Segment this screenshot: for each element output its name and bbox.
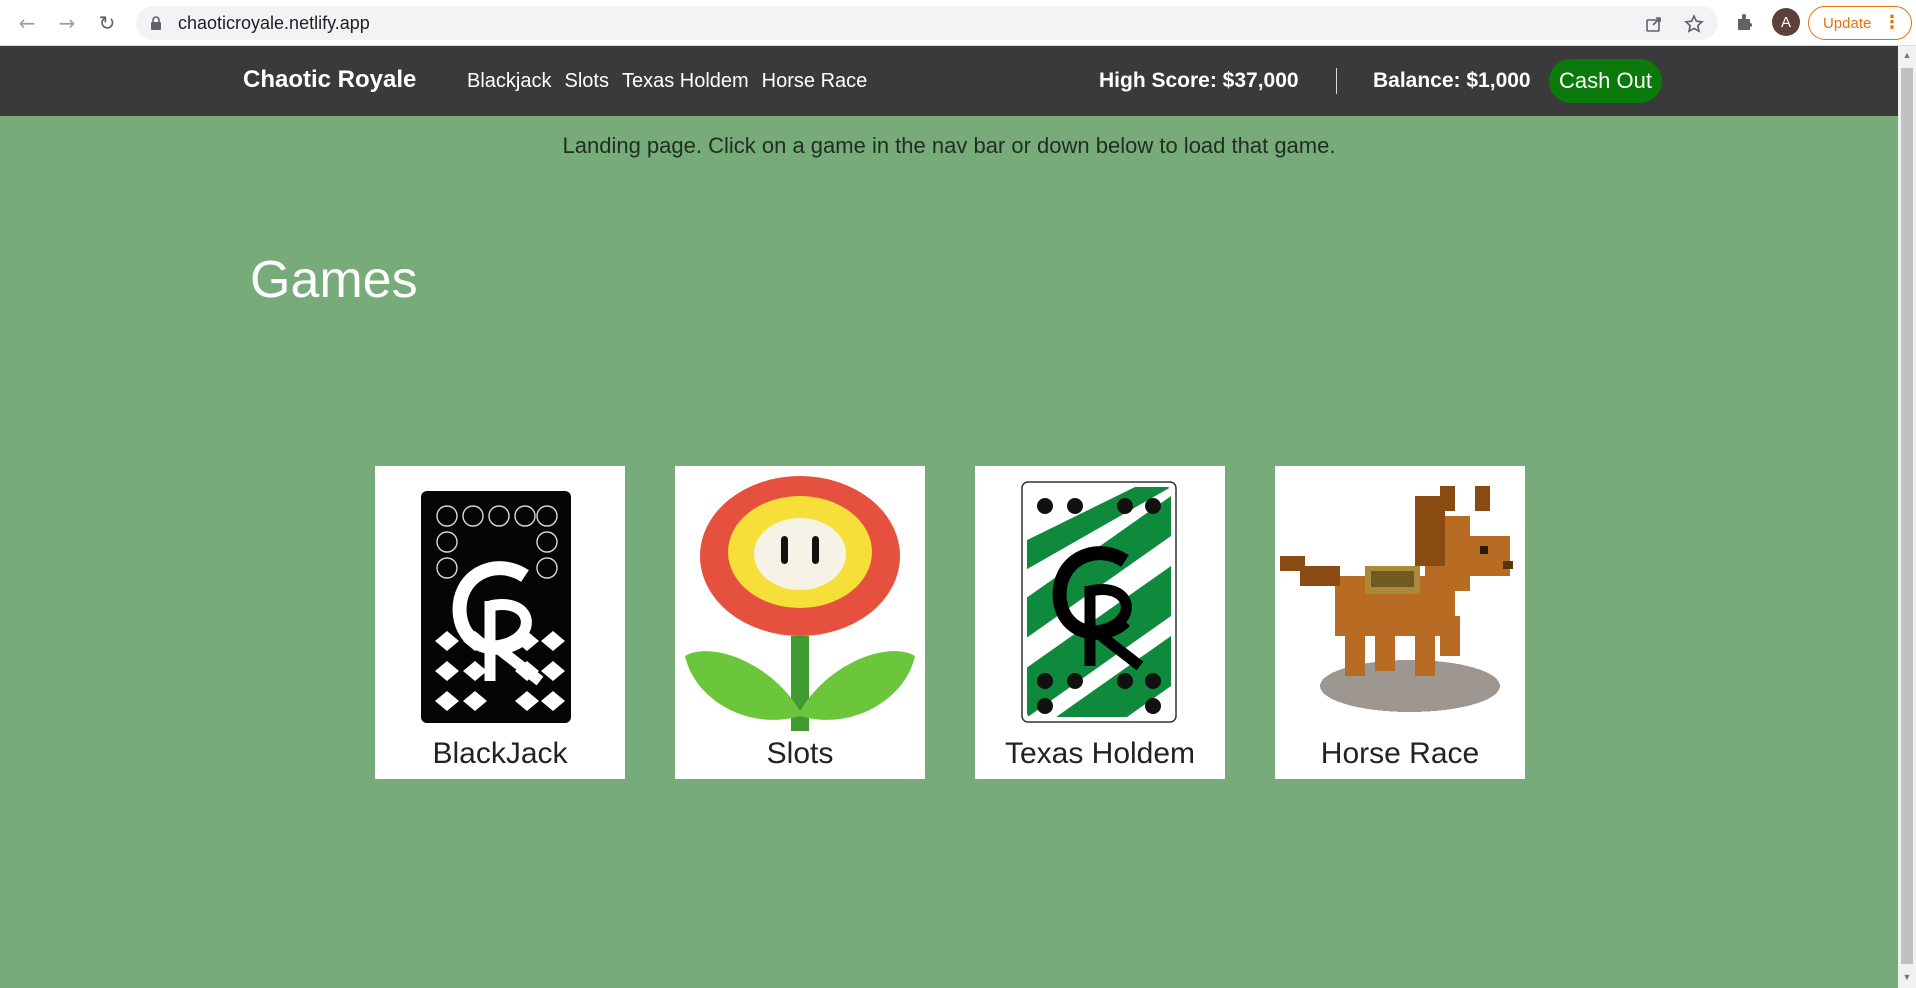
url-text: chaoticroyale.netlify.app	[178, 13, 370, 33]
bookmark-star-icon[interactable]	[1684, 14, 1704, 34]
game-card-horse-race[interactable]: Horse Race	[1275, 466, 1525, 779]
lock-icon	[151, 16, 161, 30]
update-button[interactable]: Update ⋮	[1808, 6, 1912, 40]
browser-toolbar: ← → ↻ chaoticroyale.netlify.app A Update…	[0, 0, 1916, 46]
site-navbar: Chaotic Royale Blackjack Slots Texas Hol…	[0, 46, 1898, 116]
black-card-back-icon	[421, 491, 571, 723]
brand-logo[interactable]: Chaotic Royale	[243, 66, 416, 94]
update-label: Update	[1823, 14, 1872, 32]
fire-flower-icon	[685, 476, 915, 731]
back-icon[interactable]: ←	[14, 10, 40, 36]
forward-icon[interactable]: →	[54, 10, 80, 36]
cash-out-button[interactable]: Cash Out	[1549, 59, 1662, 103]
game-label-texas-holdem: Texas Holdem	[1004, 737, 1196, 770]
game-label-blackjack: BlackJack	[432, 737, 568, 770]
pixel-horse-icon	[1280, 486, 1513, 712]
nav-link-slots[interactable]: Slots	[564, 70, 608, 93]
share-icon[interactable]	[1644, 14, 1664, 34]
profile-avatar[interactable]: A	[1772, 8, 1800, 36]
address-bar[interactable]: chaoticroyale.netlify.app	[136, 6, 1718, 40]
high-score: High Score: $37,000	[1099, 69, 1299, 92]
nav-divider	[1336, 68, 1337, 94]
green-card-back-icon	[1021, 481, 1177, 723]
nav-link-horse-race[interactable]: Horse Race	[762, 70, 868, 93]
balance: Balance: $1,000	[1373, 69, 1531, 92]
games-grid: BlackJack Slots Texas Holdem Horse Race	[375, 466, 1525, 779]
game-card-texas-holdem[interactable]: Texas Holdem	[975, 466, 1225, 779]
page-scrollbar[interactable]: ▲ ▼	[1898, 46, 1916, 988]
nav-link-blackjack[interactable]: Blackjack	[467, 70, 551, 93]
menu-dots-icon: ⋮	[1883, 12, 1901, 32]
game-card-slots[interactable]: Slots	[675, 466, 925, 779]
game-label-slots: Slots	[766, 737, 834, 770]
game-label-horse-race: Horse Race	[1320, 737, 1480, 770]
nav-links: Blackjack Slots Texas Holdem Horse Race	[467, 70, 880, 93]
game-card-blackjack[interactable]: BlackJack	[375, 466, 625, 779]
reload-icon[interactable]: ↻	[94, 10, 120, 36]
scroll-up-icon[interactable]: ▲	[1902, 50, 1912, 60]
scrollbar-thumb[interactable]	[1901, 68, 1913, 964]
extensions-puzzle-icon[interactable]	[1734, 11, 1756, 33]
scroll-down-icon[interactable]: ▼	[1902, 972, 1912, 982]
games-heading: Games	[250, 251, 418, 309]
landing-text: Landing page. Click on a game in the nav…	[562, 133, 1336, 158]
nav-link-texas-holdem[interactable]: Texas Holdem	[622, 70, 749, 93]
